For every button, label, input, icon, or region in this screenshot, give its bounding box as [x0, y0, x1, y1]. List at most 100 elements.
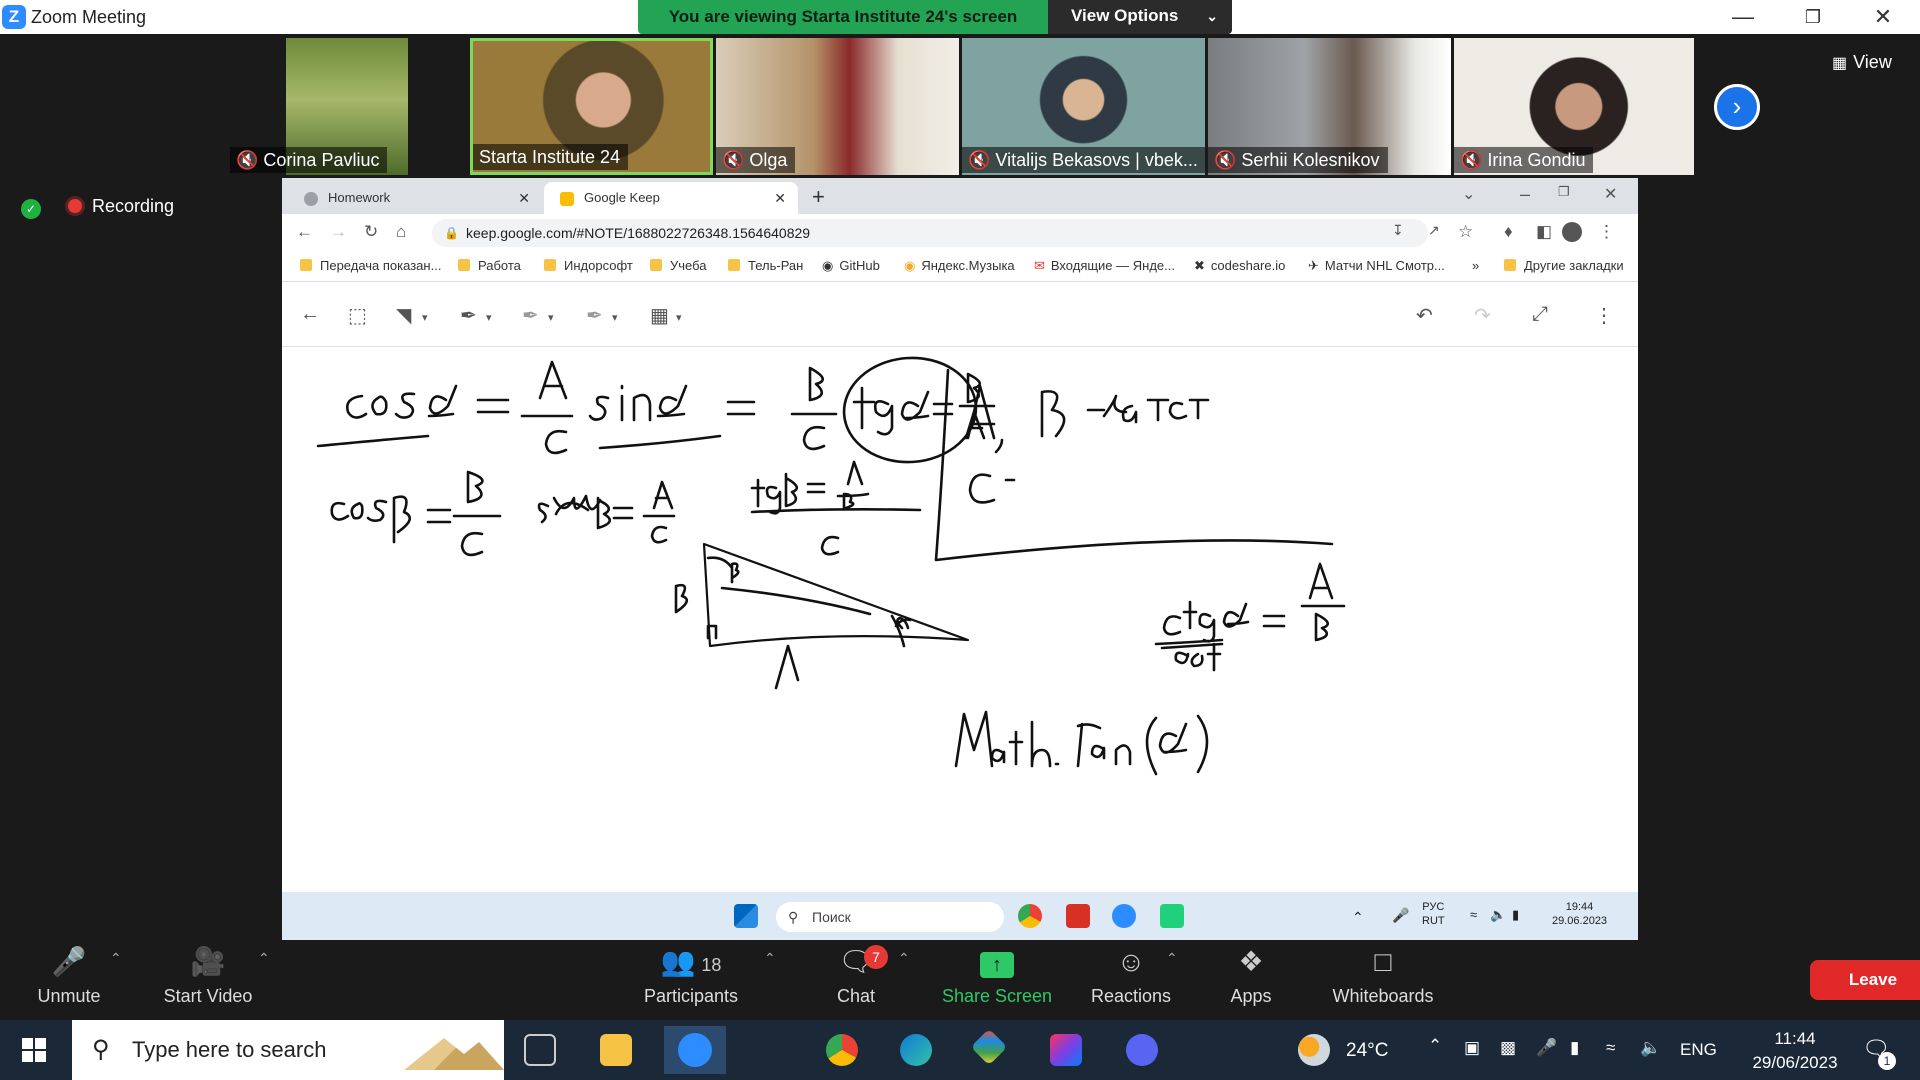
minimize-icon[interactable]: — — [1720, 2, 1766, 32]
select-icon[interactable]: ⬚ — [348, 303, 367, 328]
bookmarks-more-button[interactable]: » — [1472, 258, 1479, 273]
bookmark-star-icon[interactable]: ☆ — [1458, 222, 1473, 242]
display-icon[interactable]: ▩ — [1500, 1038, 1516, 1058]
chat-caret-icon[interactable]: ⌃ — [898, 950, 910, 967]
restore-icon[interactable]: ❐ — [1790, 2, 1836, 32]
remote-search-field[interactable]: ⚲ Поиск — [776, 902, 1004, 932]
minimize-icon[interactable]: – — [1520, 184, 1530, 205]
intellij-icon[interactable] — [1050, 1034, 1082, 1066]
drawing-canvas[interactable] — [282, 348, 1638, 892]
share-screen-button[interactable]: ↑ Share Screen — [940, 942, 1054, 1007]
bookmark-item[interactable]: Индорсофт — [544, 258, 633, 273]
bookmark-item[interactable]: Работа — [458, 258, 521, 273]
participants-button[interactable]: 👥 18 Participants — [640, 942, 742, 1007]
zoom-taskbar-icon[interactable] — [664, 1026, 726, 1074]
chrome-icon[interactable] — [1018, 904, 1042, 928]
bookmark-item[interactable]: ◉ Яндекс.Музыка — [904, 258, 1015, 274]
view-options-button[interactable]: View Options ⌄ — [1048, 0, 1232, 34]
volume-icon[interactable]: 🔈 — [1640, 1038, 1661, 1058]
tray-expand-icon[interactable]: ⌃ — [1428, 1036, 1442, 1056]
task-view-icon[interactable] — [524, 1034, 556, 1066]
new-tab-button[interactable]: + — [812, 184, 825, 210]
back-arrow-icon[interactable]: ← — [300, 303, 320, 326]
clock[interactable]: 11:44 29/06/2023 — [1730, 1027, 1860, 1075]
chevron-down-icon[interactable]: ▾ — [676, 311, 682, 324]
video-options-caret-icon[interactable]: ⌃ — [258, 950, 270, 967]
back-icon[interactable]: ← — [296, 222, 313, 242]
grid-icon[interactable]: ▦ — [650, 303, 669, 328]
start-video-button[interactable]: 🎥 Start Video — [156, 942, 260, 1007]
chevron-down-icon[interactable]: ▾ — [486, 311, 492, 324]
video-tile[interactable]: 🔇 Irina Gondiu — [1454, 38, 1694, 175]
close-icon[interactable]: ✕ — [1860, 2, 1906, 32]
close-icon[interactable]: ✕ — [1604, 184, 1617, 204]
tray-expand-icon[interactable]: ⌃ — [1352, 910, 1364, 924]
weather-temp[interactable]: 24°C — [1346, 1040, 1388, 1062]
bookmark-item[interactable]: ✈ Матчи NHL Смотр... — [1308, 258, 1445, 274]
chevron-down-icon[interactable]: ▾ — [612, 311, 618, 324]
taskbar-search-field[interactable]: ⚲ Type here to search — [72, 1020, 504, 1080]
video-tile[interactable]: 🔇 Corina Pavliuc — [230, 38, 408, 175]
next-page-button[interactable]: › — [1714, 84, 1760, 130]
side-panel-icon[interactable]: ◧ — [1536, 222, 1552, 242]
extensions-icon[interactable]: ♦ — [1504, 222, 1513, 242]
unmute-button[interactable]: 🎤 Unmute — [30, 942, 108, 1007]
exit-fullscreen-icon[interactable]: ⤢ — [1532, 303, 1548, 326]
view-button[interactable]: ▦ View — [1832, 52, 1892, 73]
chevron-down-icon[interactable]: ▾ — [548, 311, 554, 324]
git-app-icon[interactable] — [970, 1028, 1008, 1066]
home-icon[interactable]: ⌂ — [396, 222, 406, 242]
reactions-button[interactable]: ☺ Reactions — [1086, 942, 1176, 1007]
bookmark-item[interactable]: ◉ GitHub — [822, 258, 880, 274]
tab-google-keep[interactable]: Google Keep ✕ — [544, 182, 798, 214]
pen-icon[interactable]: ✒ — [460, 303, 477, 328]
close-tab-icon[interactable]: ✕ — [774, 182, 786, 214]
tab-search-icon[interactable]: ⌄ — [1462, 184, 1475, 204]
reload-icon[interactable]: ↻ — [364, 222, 378, 242]
bookmark-item[interactable]: ✖ codeshare.io — [1194, 258, 1285, 274]
microphone-icon[interactable]: 🎤 — [1392, 908, 1409, 922]
forward-icon[interactable]: → — [330, 222, 347, 242]
eraser-icon[interactable]: ◥ — [396, 303, 411, 328]
bookmark-item[interactable]: Тель-Ран — [728, 258, 803, 273]
bookmark-item[interactable]: ✉ Входящие — Яндe... — [1034, 258, 1175, 274]
weather-icon[interactable] — [1298, 1034, 1330, 1066]
video-tile-active-speaker[interactable]: Starta Institute 24 — [470, 38, 713, 175]
bookmark-item[interactable]: Передача показан... — [300, 258, 441, 273]
menu-kebab-icon[interactable]: ⋮ — [1598, 222, 1615, 242]
remote-clock[interactable]: 19:44 29.06.2023 — [1552, 900, 1607, 928]
battery-icon[interactable]: ▮ — [1512, 908, 1519, 922]
participants-caret-icon[interactable]: ⌃ — [764, 950, 776, 967]
reactions-caret-icon[interactable]: ⌃ — [1166, 950, 1178, 967]
wifi-icon[interactable]: ≈ — [1470, 908, 1477, 922]
meet-now-icon[interactable]: ▣ — [1464, 1038, 1480, 1058]
microphone-icon[interactable]: 🎤 — [1536, 1038, 1557, 1058]
whiteboards-button[interactable]: □ Whiteboards — [1328, 942, 1438, 1007]
discord-icon[interactable] — [1126, 1034, 1158, 1066]
leave-button[interactable]: Leave — [1810, 960, 1920, 1000]
recording-indicator[interactable]: Recording — [68, 196, 174, 217]
pycharm-icon[interactable] — [1160, 904, 1184, 928]
tab-homework[interactable]: Homework ✕ — [288, 182, 542, 214]
chrome-icon[interactable] — [826, 1034, 858, 1066]
audio-options-caret-icon[interactable]: ⌃ — [110, 950, 122, 967]
video-tile[interactable]: 🔇 Olga — [716, 38, 959, 175]
input-language[interactable]: РУС RUT — [1422, 900, 1445, 928]
zoom-app-icon[interactable] — [1112, 904, 1136, 928]
edge-icon[interactable] — [900, 1034, 932, 1066]
apps-button[interactable]: ❖ Apps — [1222, 942, 1280, 1007]
more-options-icon[interactable]: ⋮ — [1594, 303, 1614, 328]
security-shield-icon[interactable]: ✓ — [21, 199, 41, 219]
bookmark-item[interactable]: Учеба — [650, 258, 707, 273]
video-tile[interactable]: 🔇 Serhii Kolesnikov — [1208, 38, 1451, 175]
install-icon[interactable]: ↧ — [1392, 222, 1404, 239]
windows-start-icon[interactable] — [22, 1038, 46, 1062]
battery-icon[interactable]: ▮ — [1570, 1038, 1579, 1058]
file-explorer-icon[interactable] — [600, 1034, 632, 1066]
volume-icon[interactable]: 🔈 — [1490, 908, 1506, 922]
chevron-down-icon[interactable]: ▾ — [422, 311, 428, 324]
acrobat-icon[interactable] — [1066, 904, 1090, 928]
profile-avatar[interactable] — [1562, 222, 1582, 242]
restore-icon[interactable]: ❐ — [1558, 184, 1570, 200]
close-tab-icon[interactable]: ✕ — [518, 182, 530, 214]
